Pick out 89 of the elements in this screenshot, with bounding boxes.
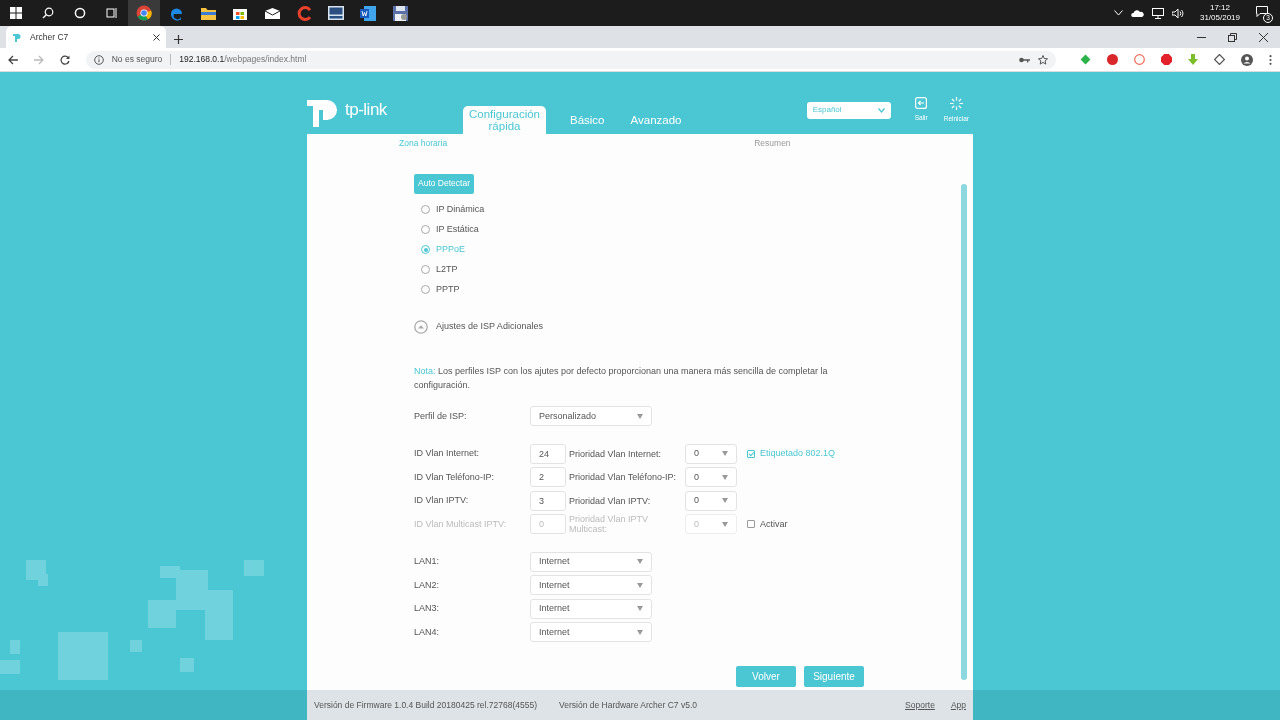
- clock-date[interactable]: 31/05/2019: [1199, 13, 1240, 23]
- minimize-icon[interactable]: [1197, 36, 1206, 38]
- caret-icon: [722, 451, 728, 457]
- chevron-icon[interactable]: [1113, 10, 1123, 16]
- cloud-icon[interactable]: [1130, 9, 1144, 17]
- profile-icon[interactable]: [1241, 53, 1253, 66]
- lan-mode-dropdown[interactable]: Internet: [530, 575, 652, 596]
- monitor-icon[interactable]: [1151, 7, 1164, 19]
- field-label: LAN3:: [414, 602, 440, 616]
- lan-mode-dropdown[interactable]: Internet: [530, 598, 652, 619]
- field-label: LAN4:: [414, 625, 440, 639]
- firmware-version: Versión de Firmware 1.0.4 Build 20180425 rel.72768(4555): [314, 698, 538, 712]
- field-label: LAN2:: [414, 578, 440, 592]
- round-logo-icon[interactable]: [136, 5, 152, 21]
- message-icon: [1256, 6, 1268, 18]
- bag-icon[interactable]: [233, 6, 247, 20]
- priority-dropdown[interactable]: 0: [685, 467, 737, 488]
- app-badge-icon[interactable]: [328, 6, 344, 20]
- menu-icon[interactable]: [1269, 54, 1272, 65]
- info-icon: [93, 54, 104, 65]
- caret-icon: [637, 559, 643, 565]
- option-label[interactable]: IP Estática: [436, 223, 479, 237]
- field-label: Prioridad Vlan IPTV Multicast:: [569, 513, 650, 535]
- caret-icon: [637, 629, 643, 635]
- tab-title: Archer C7: [30, 30, 70, 44]
- extension-icon[interactable]: [1107, 54, 1118, 65]
- clock-time[interactable]: 17:12: [1199, 3, 1240, 13]
- field-label: LAN1:: [414, 555, 440, 569]
- envelope-icon[interactable]: [264, 7, 280, 19]
- extension-icon[interactable]: [1214, 54, 1225, 65]
- footer-link[interactable]: Soporte: [905, 698, 935, 712]
- checkbox[interactable]: [747, 449, 755, 458]
- circle-icon[interactable]: [74, 7, 86, 19]
- start-icon[interactable]: [10, 7, 22, 19]
- key-icon[interactable]: [1019, 56, 1030, 63]
- isp-profile-dropdown[interactable]: Personalizado: [530, 406, 652, 427]
- stop-icon[interactable]: [1161, 54, 1172, 65]
- reload-icon[interactable]: [59, 54, 70, 65]
- close-icon[interactable]: [153, 33, 160, 41]
- step-label: Resumen: [754, 137, 791, 150]
- vlan-id-field[interactable]: 2: [530, 467, 566, 488]
- floppy-icon[interactable]: [392, 5, 408, 21]
- priority-dropdown[interactable]: 0: [685, 490, 737, 511]
- field-label: Prioridad Vlan Internet:: [569, 448, 663, 459]
- folder-icon[interactable]: [200, 6, 216, 20]
- field-label: Prioridad Vlan IPTV:: [569, 495, 652, 506]
- address-bar[interactable]: No es seguro 192.168.0.1/webpages/index.html: [85, 50, 1056, 69]
- caret-icon: [722, 474, 728, 480]
- step-label: Zona horaria: [399, 137, 448, 150]
- hardware-version: Versión de Hardware Archer C7 v5.0: [559, 698, 697, 712]
- field-label: ID Vlan IPTV:: [414, 494, 470, 508]
- logo-text: tp-link: [345, 99, 387, 122]
- tab-logo-icon: [12, 32, 22, 42]
- option-label[interactable]: IP Dinámica: [436, 203, 485, 217]
- caret-icon: [722, 498, 728, 504]
- lan-mode-dropdown[interactable]: Internet: [530, 622, 652, 643]
- restore-icon[interactable]: [1228, 32, 1237, 42]
- field-label: ID Vlan Internet:: [414, 447, 481, 461]
- task-view-icon[interactable]: [106, 7, 118, 19]
- option-label[interactable]: L2TP: [436, 263, 458, 277]
- lan-mode-dropdown[interactable]: Internet: [530, 551, 652, 572]
- search-icon[interactable]: [42, 7, 54, 19]
- vlan-id-field[interactable]: 24: [530, 443, 566, 464]
- close-icon[interactable]: [1259, 32, 1268, 42]
- field-label: ID Vlan Teléfono-IP:: [414, 470, 495, 484]
- footer-link[interactable]: App: [950, 698, 966, 712]
- browser-tab[interactable]: Archer C7: [6, 26, 166, 48]
- spinner-icon: [949, 96, 963, 110]
- new-tab-icon[interactable]: [174, 35, 183, 44]
- section-toggle-label[interactable]: Ajustes de ISP Adicionales: [436, 320, 543, 334]
- speaker-icon[interactable]: [1171, 7, 1184, 19]
- caret-icon: [722, 521, 728, 527]
- field-label: Perfil de ISP:: [414, 409, 468, 423]
- field-label: ID Vlan Multicast IPTV:: [414, 517, 508, 531]
- star-icon[interactable]: [1038, 54, 1048, 65]
- scrollbar[interactable]: [961, 184, 967, 680]
- arc-icon[interactable]: [296, 5, 312, 21]
- vlan-id-field[interactable]: 3: [530, 490, 566, 511]
- option-label[interactable]: PPTP: [436, 283, 460, 297]
- back-icon[interactable]: [8, 54, 18, 65]
- note-text: Nota: Los perfiles ISP con los ajutes por defecto proporcionan una manera más sencilla de completar la configuración.: [414, 364, 829, 393]
- caret-icon: [637, 606, 643, 612]
- priority-dropdown[interactable]: 0: [685, 443, 737, 464]
- field-label: Prioridad Vlan Teléfono-IP:: [569, 472, 677, 483]
- document-icon[interactable]: [360, 5, 376, 21]
- caret-icon: [637, 582, 643, 588]
- caret-icon: [637, 413, 643, 419]
- chevron-icon: [877, 107, 885, 113]
- logout-icon: [915, 97, 928, 110]
